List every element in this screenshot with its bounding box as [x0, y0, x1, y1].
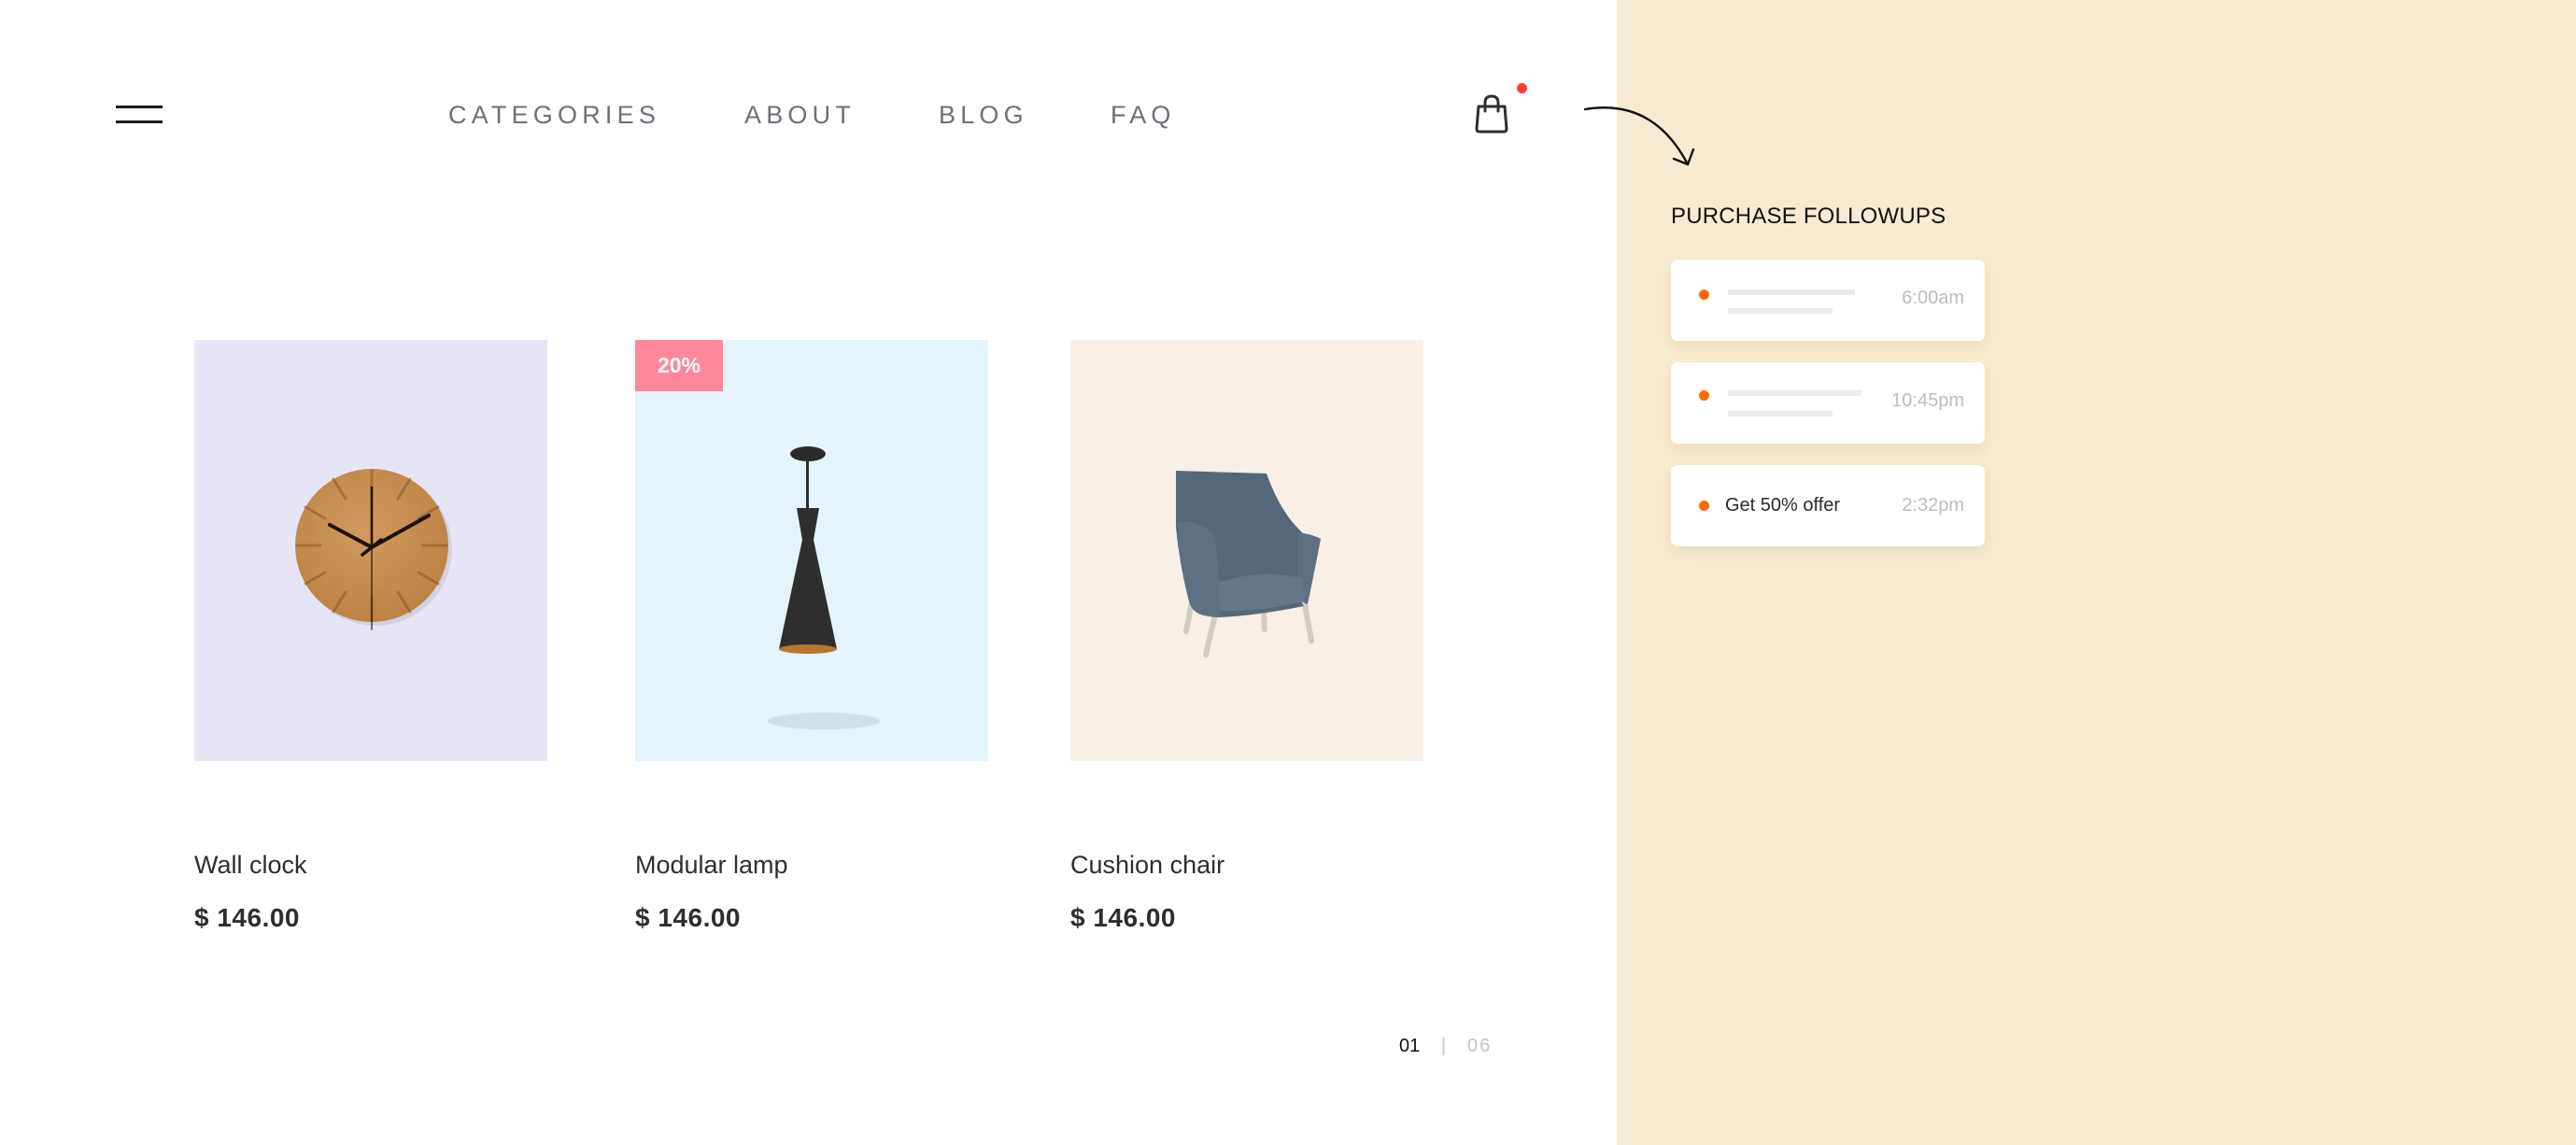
- followup-item[interactable]: 10:45pm: [1671, 362, 1985, 444]
- page-total: 06: [1467, 1036, 1493, 1056]
- text-placeholder-line: [1728, 308, 1833, 314]
- nav-about[interactable]: ABOUT: [744, 99, 856, 131]
- product-price: $ 146.00: [1070, 903, 1176, 932]
- status-dot: [1699, 290, 1709, 300]
- status-dot: [1699, 390, 1709, 401]
- text-placeholder-line: [1728, 290, 1855, 295]
- curved-arrow-icon: [1583, 106, 1695, 166]
- followup-time: 6:00am: [1902, 288, 1964, 308]
- product-image[interactable]: 20%: [635, 340, 988, 761]
- product-name[interactable]: Wall clock: [194, 848, 307, 882]
- discount-badge: 20%: [635, 340, 723, 391]
- status-dot: [1699, 501, 1709, 511]
- text-placeholder-line: [1728, 390, 1861, 396]
- cart-notification-dot: [1517, 83, 1527, 93]
- nav-categories[interactable]: CATEGORIES: [448, 99, 660, 131]
- product-name[interactable]: Cushion chair: [1070, 848, 1224, 882]
- page-current: 01: [1399, 1036, 1421, 1056]
- product-image[interactable]: [1070, 340, 1423, 761]
- hamburger-menu-icon[interactable]: [116, 101, 163, 127]
- text-placeholder-line: [1728, 411, 1833, 417]
- nav-blog[interactable]: BLOG: [939, 99, 1028, 131]
- product-image[interactable]: [194, 340, 547, 761]
- product-card: Cushion chair $ 146.00: [1070, 340, 1423, 932]
- product-price: $ 146.00: [194, 903, 300, 932]
- followup-time: 2:32pm: [1902, 495, 1964, 516]
- menu-line: [116, 120, 163, 123]
- menu-line: [116, 106, 163, 108]
- product-card: Wall clock $ 146.00: [194, 340, 547, 932]
- wall-clock-image: [295, 469, 452, 630]
- followups-title: PURCHASE FOLLOWUPS: [1671, 204, 1946, 229]
- product-name[interactable]: Modular lamp: [635, 848, 788, 882]
- followup-time: 10:45pm: [1891, 390, 1964, 411]
- shopping-bag-icon: [1475, 94, 1508, 134]
- pendant-lamp-image: [768, 446, 880, 729]
- product-card: 20% Modular lamp $ 146.00: [635, 340, 988, 932]
- nav-faq[interactable]: FAQ: [1111, 99, 1176, 131]
- product-price: $ 146.00: [635, 903, 741, 932]
- armchair-image: [1176, 471, 1321, 657]
- page-separator: |: [1441, 1036, 1447, 1056]
- followup-item[interactable]: Get 50% offer 2:32pm: [1671, 465, 1985, 546]
- cart-button[interactable]: [1474, 93, 1509, 134]
- followups-pane: [1617, 0, 2576, 1145]
- followup-text: Get 50% offer: [1725, 495, 1841, 516]
- followup-item[interactable]: 6:00am: [1671, 260, 1985, 341]
